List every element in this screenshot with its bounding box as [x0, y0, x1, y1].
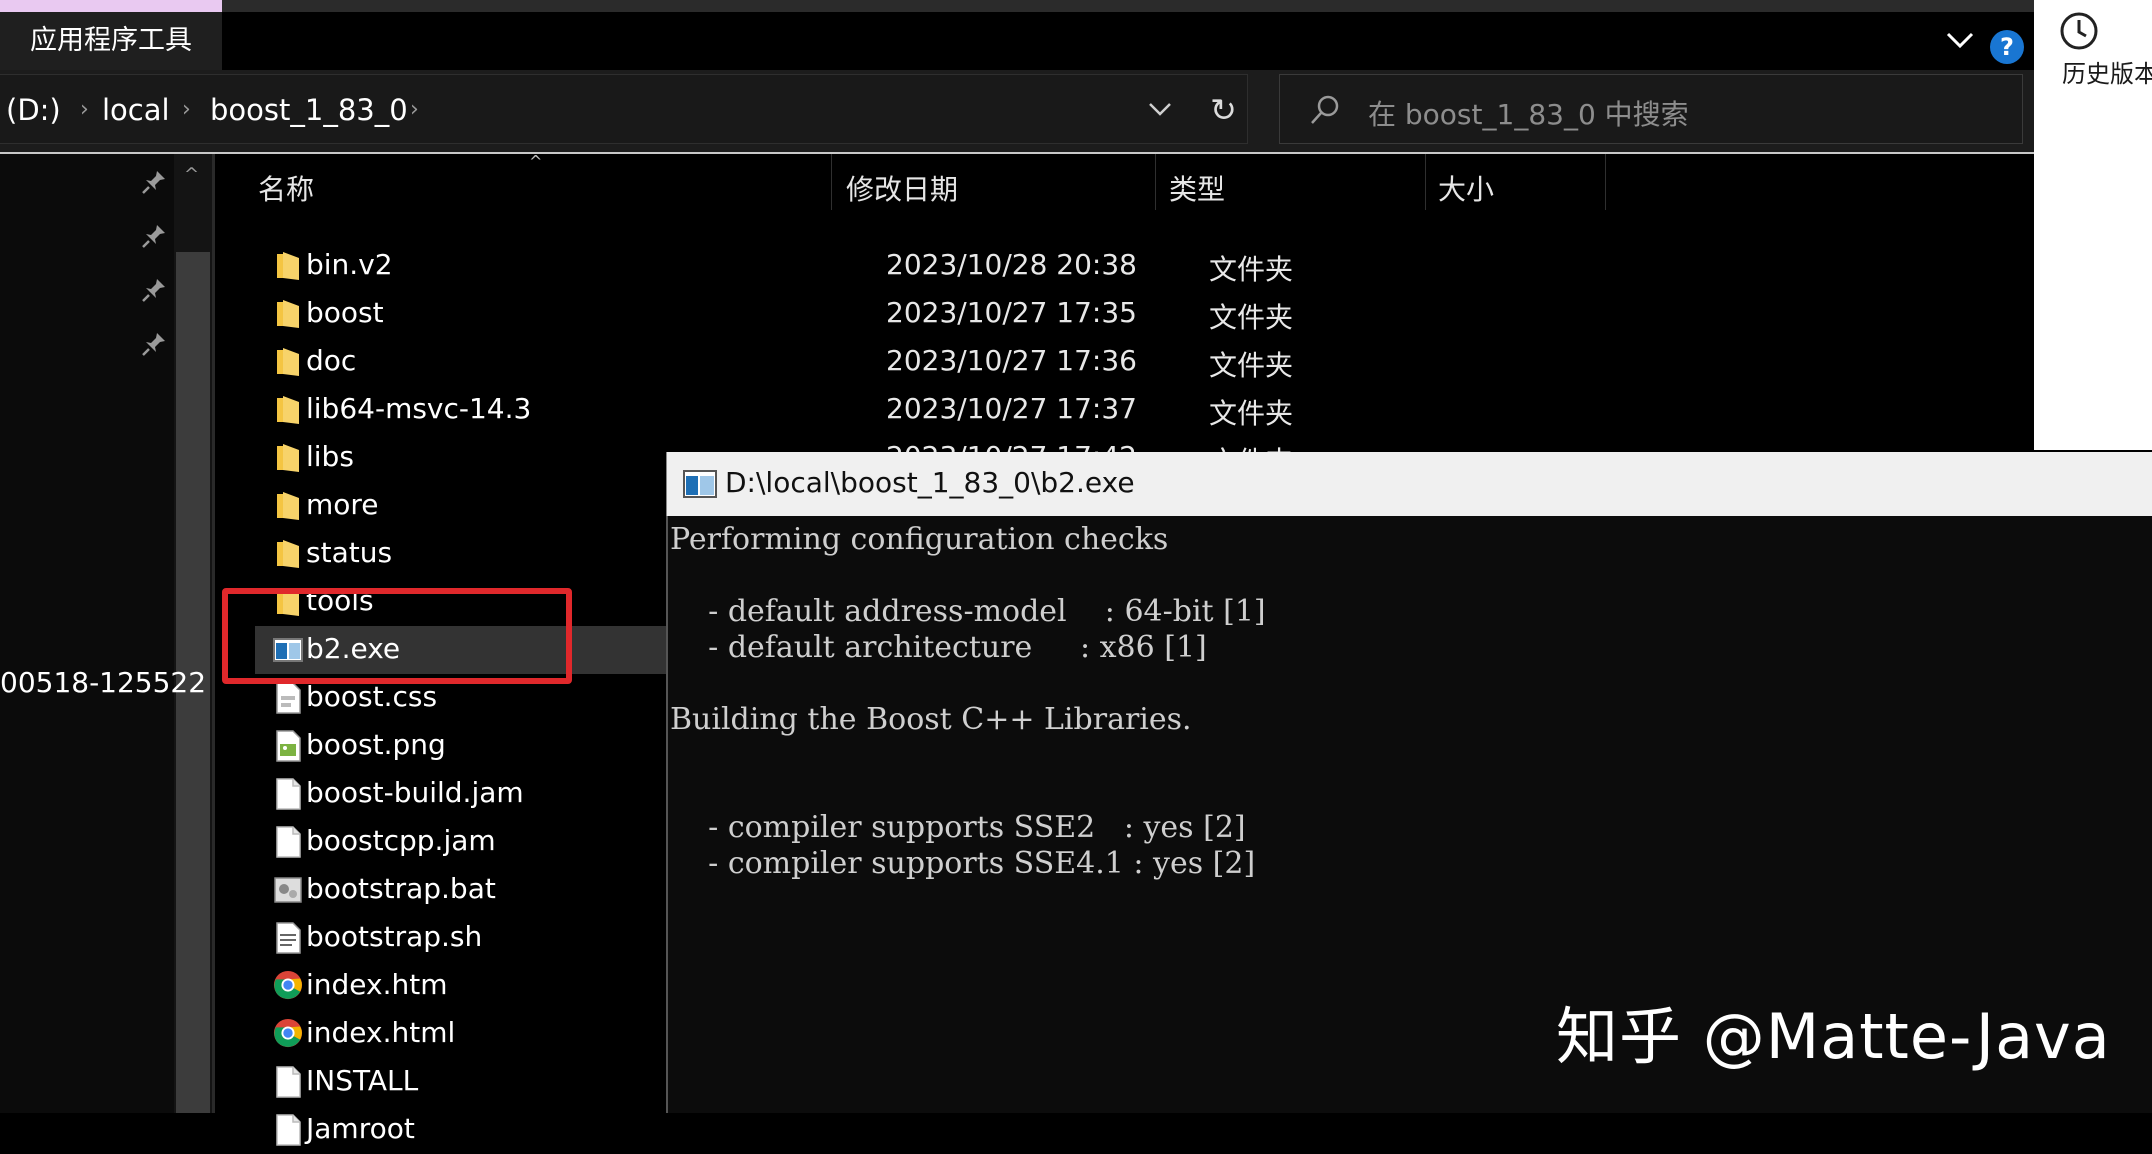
- column-separator[interactable]: [1605, 154, 1606, 210]
- file-name: Jamroot: [306, 1112, 415, 1145]
- folder-icon: [273, 442, 303, 474]
- file-row[interactable]: doc 2023/10/27 17:36 文件夹: [255, 338, 1835, 386]
- address-dropdown-icon[interactable]: [1146, 97, 1174, 121]
- console-line: - compiler supports SSE4.1 : yes [2]: [670, 846, 1256, 881]
- console-line: Performing configuration checks: [670, 522, 1169, 557]
- column-separator[interactable]: [831, 154, 832, 210]
- folder-icon: [273, 490, 303, 522]
- breadcrumb-local[interactable]: local: [102, 93, 170, 127]
- watermark: 知乎 @Matte-Java: [1556, 1000, 2111, 1073]
- file-icon: [273, 826, 303, 858]
- title-strip: [0, 0, 2034, 12]
- address-row: (D:) › local › boost_1_83_0 › ↻ 在 boost_…: [0, 70, 2034, 152]
- file-name: boostcpp.jam: [306, 824, 496, 857]
- console-line: - default address-model : 64-bit [1]: [670, 594, 1266, 629]
- nav-item[interactable]: 00518-125522: [0, 666, 206, 699]
- chrome-icon: [273, 970, 303, 1002]
- file-name: boost.css: [306, 680, 438, 713]
- navigation-pane: ^ 00518-125522: [0, 154, 212, 1113]
- column-header-type[interactable]: 类型: [1169, 168, 1225, 208]
- file-type: 文件夹: [1209, 301, 1294, 334]
- file-name: libs: [306, 440, 354, 473]
- console-titlebar[interactable]: D:\local\boost_1_83_0\b2.exe: [666, 452, 2152, 516]
- console-app-icon: [683, 470, 717, 498]
- ribbon-tab-accent: [0, 0, 222, 12]
- search-placeholder: 在 boost_1_83_0 中搜索: [1368, 98, 1689, 131]
- clock-icon[interactable]: [2058, 10, 2100, 52]
- file-type: 文件夹: [1209, 397, 1294, 430]
- folder-icon: [273, 394, 303, 426]
- file-icon: [273, 1114, 303, 1146]
- file-name: index.html: [306, 1016, 456, 1049]
- highlight-annotation: [222, 588, 572, 684]
- console-title: D:\local\boost_1_83_0\b2.exe: [725, 466, 1135, 499]
- file-name: boost: [306, 296, 384, 329]
- column-separator[interactable]: [1155, 154, 1156, 210]
- file-name: boost.png: [306, 728, 446, 761]
- address-bar[interactable]: (D:) › local › boost_1_83_0 › ↻: [0, 74, 1248, 144]
- css-file-icon: [273, 682, 303, 714]
- column-header-size[interactable]: 大小: [1438, 168, 1494, 208]
- column-separator[interactable]: [1425, 154, 1426, 210]
- history-panel: 历史版本: [2034, 0, 2152, 450]
- folder-icon: [273, 250, 303, 282]
- file-name: index.htm: [306, 968, 448, 1001]
- scroll-up-icon[interactable]: ^: [184, 164, 199, 185]
- file-modified-date: 2023/10/28 20:38: [886, 248, 1137, 281]
- image-file-icon: [273, 730, 303, 762]
- file-name: doc: [306, 344, 357, 377]
- ribbon-tab-app-tools[interactable]: 应用程序工具: [0, 12, 222, 70]
- file-modified-date: 2023/10/27 17:35: [886, 296, 1137, 329]
- sort-caret-icon: ^: [529, 152, 543, 171]
- pin-icon[interactable]: [140, 276, 168, 304]
- search-icon: [1311, 95, 1339, 124]
- console-line: Building the Boost C++ Libraries.: [670, 702, 1192, 737]
- ribbon: 应用程序工具 ?: [0, 12, 2034, 70]
- console-line: - default architecture : x86 [1]: [670, 630, 1207, 665]
- file-type: 文件夹: [1209, 253, 1294, 286]
- breadcrumb-separator: ›: [80, 97, 89, 122]
- file-icon: [273, 1066, 303, 1098]
- file-name: boost-build.jam: [306, 776, 524, 809]
- pin-icon[interactable]: [140, 330, 168, 358]
- pin-icon[interactable]: [140, 168, 168, 196]
- breadcrumb-boost[interactable]: boost_1_83_0: [210, 93, 408, 127]
- breadcrumb-drive[interactable]: (D:): [6, 93, 61, 127]
- chrome-icon: [273, 1018, 303, 1050]
- refresh-icon[interactable]: ↻: [1210, 91, 1237, 129]
- history-versions-label[interactable]: 历史版本: [2062, 54, 2152, 89]
- file-name: lib64-msvc-14.3: [306, 392, 532, 425]
- breadcrumb-separator: ›: [182, 97, 191, 122]
- batch-file-icon: [273, 874, 303, 906]
- file-modified-date: 2023/10/27 17:36: [886, 344, 1137, 377]
- script-file-icon: [273, 922, 303, 954]
- chevron-down-icon[interactable]: [1944, 26, 1976, 54]
- file-icon: [273, 778, 303, 810]
- breadcrumb-separator: ›: [410, 97, 419, 122]
- column-header-name[interactable]: 名称: [258, 168, 314, 208]
- file-row[interactable]: Jamroot: [255, 1106, 1835, 1154]
- folder-icon: [273, 346, 303, 378]
- folder-icon: [273, 298, 303, 330]
- file-name: bootstrap.sh: [306, 920, 483, 953]
- column-header-date[interactable]: 修改日期: [846, 168, 958, 208]
- file-name: bin.v2: [306, 248, 393, 281]
- file-row[interactable]: bin.v2 2023/10/28 20:38 文件夹: [255, 242, 1835, 290]
- file-name: INSTALL: [306, 1064, 419, 1097]
- file-name: more: [306, 488, 379, 521]
- file-modified-date: 2023/10/27 17:37: [886, 392, 1137, 425]
- file-row[interactable]: lib64-msvc-14.3 2023/10/27 17:37 文件夹: [255, 386, 1835, 434]
- folder-icon: [273, 538, 303, 570]
- file-name: bootstrap.bat: [306, 872, 496, 905]
- console-line: - compiler supports SSE2 : yes [2]: [670, 810, 1246, 845]
- pin-icon[interactable]: [140, 222, 168, 250]
- search-input[interactable]: 在 boost_1_83_0 中搜索: [1279, 74, 2023, 144]
- file-type: 文件夹: [1209, 349, 1294, 382]
- help-button[interactable]: ?: [1990, 30, 2024, 64]
- file-name: status: [306, 536, 393, 569]
- file-row[interactable]: boost 2023/10/27 17:35 文件夹: [255, 290, 1835, 338]
